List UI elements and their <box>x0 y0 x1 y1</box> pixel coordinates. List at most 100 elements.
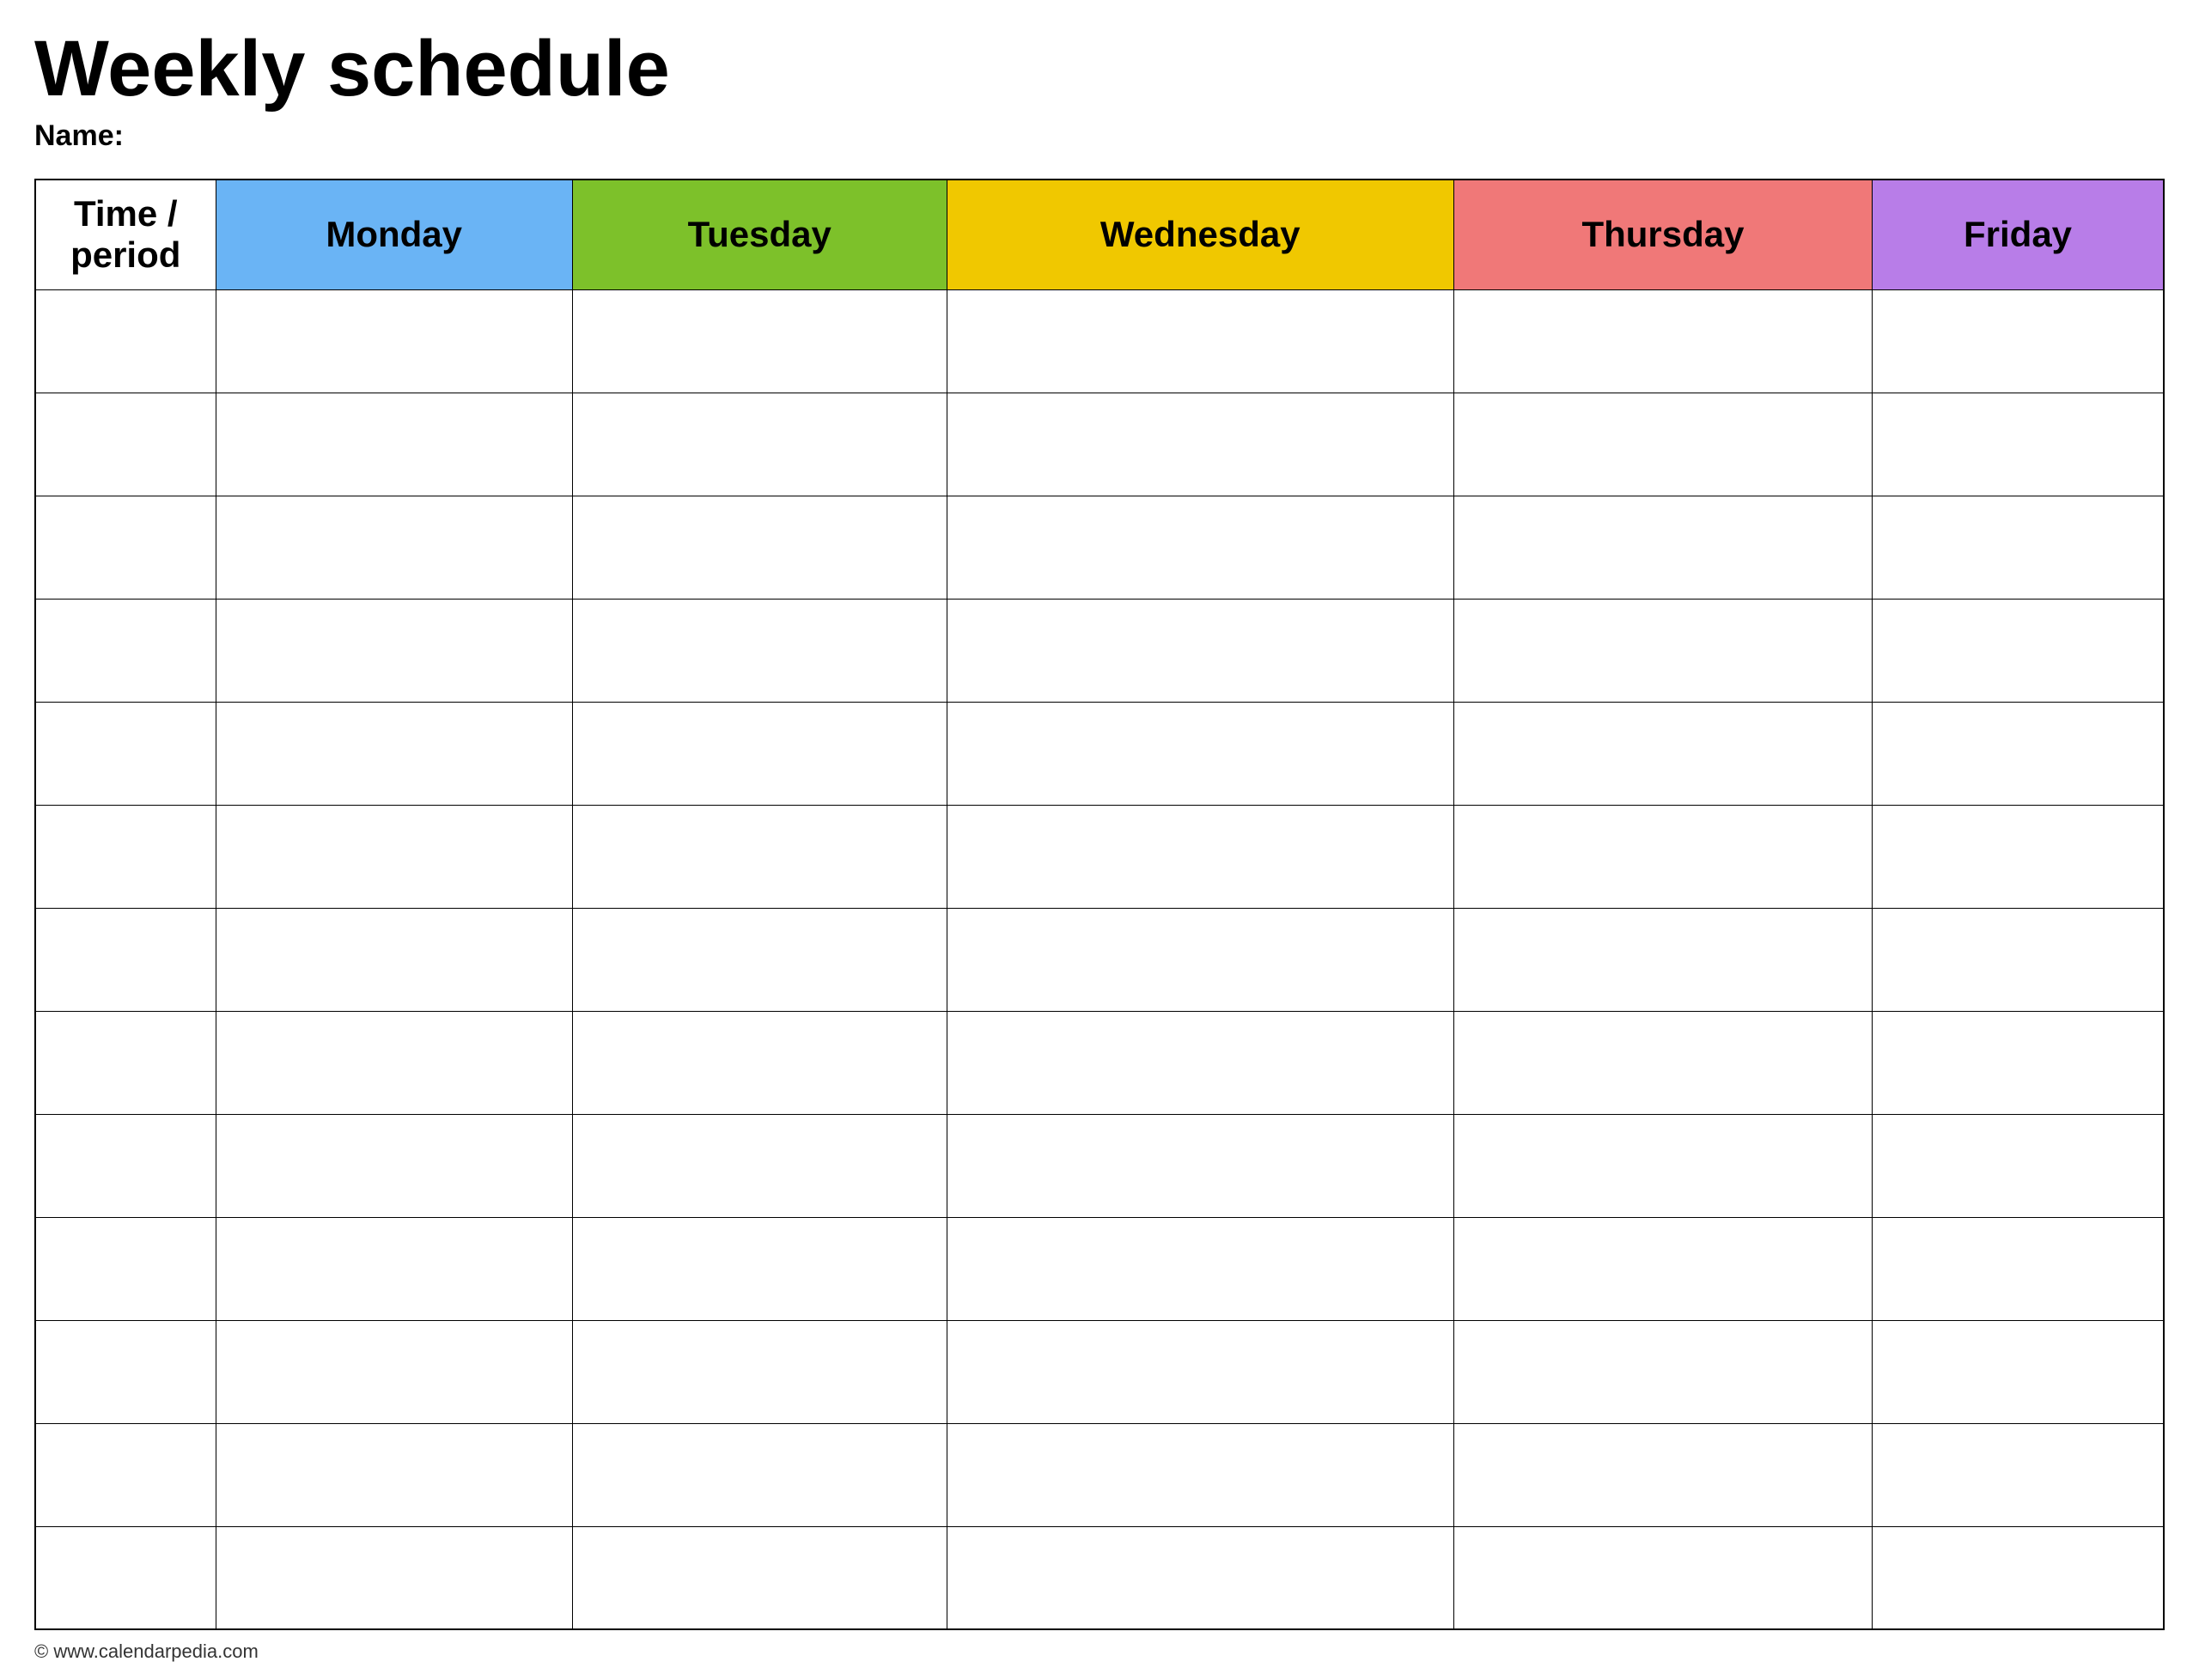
day-cell[interactable] <box>1453 1114 1872 1217</box>
day-cell[interactable] <box>947 908 1453 1011</box>
day-cell[interactable] <box>947 393 1453 496</box>
day-cell[interactable] <box>572 289 947 393</box>
day-cell[interactable] <box>1873 1423 2164 1526</box>
day-cell[interactable] <box>1873 1217 2164 1320</box>
day-cell[interactable] <box>1453 496 1872 599</box>
day-cell[interactable] <box>572 805 947 908</box>
time-cell[interactable] <box>35 1217 216 1320</box>
day-cell[interactable] <box>947 1320 1453 1423</box>
day-cell[interactable] <box>1873 805 2164 908</box>
day-cell[interactable] <box>216 1526 572 1629</box>
day-cell[interactable] <box>216 496 572 599</box>
day-cell[interactable] <box>1453 1320 1872 1423</box>
header-thursday: Thursday <box>1453 180 1872 289</box>
table-row[interactable] <box>35 1114 2164 1217</box>
day-cell[interactable] <box>947 805 1453 908</box>
time-cell[interactable] <box>35 1526 216 1629</box>
day-cell[interactable] <box>1453 1526 1872 1629</box>
day-cell[interactable] <box>1873 393 2164 496</box>
day-cell[interactable] <box>1453 908 1872 1011</box>
day-cell[interactable] <box>1873 496 2164 599</box>
time-cell[interactable] <box>35 1320 216 1423</box>
day-cell[interactable] <box>216 1114 572 1217</box>
day-cell[interactable] <box>1873 1526 2164 1629</box>
day-cell[interactable] <box>216 1011 572 1114</box>
day-cell[interactable] <box>947 1217 1453 1320</box>
table-row[interactable] <box>35 908 2164 1011</box>
header-friday: Friday <box>1873 180 2164 289</box>
day-cell[interactable] <box>1873 908 2164 1011</box>
day-cell[interactable] <box>1453 393 1872 496</box>
day-cell[interactable] <box>216 1320 572 1423</box>
schedule-table: Time / period Monday Tuesday Wednesday T… <box>34 179 2165 1630</box>
day-cell[interactable] <box>1453 1011 1872 1114</box>
day-cell[interactable] <box>1453 1423 1872 1526</box>
table-row[interactable] <box>35 1217 2164 1320</box>
day-cell[interactable] <box>572 1011 947 1114</box>
day-cell[interactable] <box>1873 1011 2164 1114</box>
day-cell[interactable] <box>572 908 947 1011</box>
day-cell[interactable] <box>947 1011 1453 1114</box>
day-cell[interactable] <box>572 599 947 702</box>
day-cell[interactable] <box>1453 702 1872 805</box>
time-cell[interactable] <box>35 702 216 805</box>
day-cell[interactable] <box>216 908 572 1011</box>
day-cell[interactable] <box>216 702 572 805</box>
table-row[interactable] <box>35 1526 2164 1629</box>
day-cell[interactable] <box>1873 702 2164 805</box>
day-cell[interactable] <box>216 1423 572 1526</box>
table-row[interactable] <box>35 289 2164 393</box>
header-monday: Monday <box>216 180 572 289</box>
day-cell[interactable] <box>1873 599 2164 702</box>
day-cell[interactable] <box>572 1320 947 1423</box>
day-cell[interactable] <box>216 1217 572 1320</box>
day-cell[interactable] <box>1453 805 1872 908</box>
time-cell[interactable] <box>35 1423 216 1526</box>
time-cell[interactable] <box>35 1114 216 1217</box>
page-title: Weekly schedule <box>34 26 2165 113</box>
day-cell[interactable] <box>216 289 572 393</box>
day-cell[interactable] <box>216 599 572 702</box>
day-cell[interactable] <box>947 1526 1453 1629</box>
time-cell[interactable] <box>35 599 216 702</box>
time-cell[interactable] <box>35 908 216 1011</box>
footer-text: © www.calendarpedia.com <box>34 1640 2165 1663</box>
day-cell[interactable] <box>572 702 947 805</box>
table-row[interactable] <box>35 393 2164 496</box>
day-cell[interactable] <box>1873 289 2164 393</box>
day-cell[interactable] <box>572 1217 947 1320</box>
header-wednesday: Wednesday <box>947 180 1453 289</box>
time-cell[interactable] <box>35 1011 216 1114</box>
day-cell[interactable] <box>1453 599 1872 702</box>
time-cell[interactable] <box>35 805 216 908</box>
day-cell[interactable] <box>572 393 947 496</box>
day-cell[interactable] <box>572 1423 947 1526</box>
day-cell[interactable] <box>947 289 1453 393</box>
day-cell[interactable] <box>947 1114 1453 1217</box>
time-cell[interactable] <box>35 289 216 393</box>
name-label: Name: <box>34 119 2165 153</box>
time-cell[interactable] <box>35 393 216 496</box>
table-row[interactable] <box>35 599 2164 702</box>
day-cell[interactable] <box>1453 289 1872 393</box>
table-row[interactable] <box>35 1423 2164 1526</box>
day-cell[interactable] <box>947 702 1453 805</box>
day-cell[interactable] <box>1873 1320 2164 1423</box>
day-cell[interactable] <box>947 1423 1453 1526</box>
day-cell[interactable] <box>947 599 1453 702</box>
table-row[interactable] <box>35 1320 2164 1423</box>
table-row[interactable] <box>35 1011 2164 1114</box>
header-time: Time / period <box>35 180 216 289</box>
time-cell[interactable] <box>35 496 216 599</box>
day-cell[interactable] <box>216 393 572 496</box>
day-cell[interactable] <box>216 805 572 908</box>
table-row[interactable] <box>35 496 2164 599</box>
day-cell[interactable] <box>572 1114 947 1217</box>
day-cell[interactable] <box>572 496 947 599</box>
table-row[interactable] <box>35 805 2164 908</box>
day-cell[interactable] <box>947 496 1453 599</box>
table-row[interactable] <box>35 702 2164 805</box>
day-cell[interactable] <box>1873 1114 2164 1217</box>
day-cell[interactable] <box>572 1526 947 1629</box>
day-cell[interactable] <box>1453 1217 1872 1320</box>
